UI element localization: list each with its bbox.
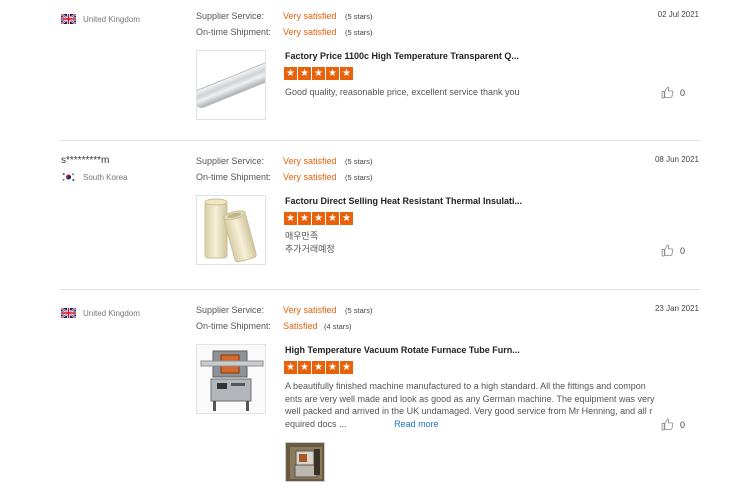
supplier-service-stars: (5 stars) xyxy=(345,12,373,21)
star-icon: ★ xyxy=(340,67,353,80)
south-korea-flag-icon xyxy=(61,172,76,182)
review-comment: A beautifully finished machine manufactu… xyxy=(285,380,665,430)
country-name: United Kingdom xyxy=(83,308,140,318)
like-count: 0 xyxy=(680,87,686,98)
star-icon: ★ xyxy=(312,212,325,225)
supplier-service-value: Very satisfied xyxy=(283,305,337,315)
reviewer-name: s*********m xyxy=(61,155,110,166)
reviewer-country: South Korea xyxy=(61,172,127,182)
rating-stars: ★ ★ ★ ★ ★ xyxy=(284,212,353,225)
product-thumbnail[interactable] xyxy=(196,344,266,414)
product-title-link[interactable]: Factory Price 1100c High Temperature Tra… xyxy=(285,51,519,61)
star-icon: ★ xyxy=(284,361,297,374)
like-count: 0 xyxy=(680,245,686,256)
thumbs-up-icon xyxy=(661,86,674,99)
thumbs-up-icon xyxy=(661,418,674,431)
product-thumbnail[interactable] xyxy=(196,50,266,120)
reviewer-country: United Kingdom xyxy=(61,308,140,318)
like-button[interactable]: 0 xyxy=(661,244,685,257)
review-comment: 매우만족 추가거래예정 xyxy=(285,231,335,256)
comment-line-end: equired docs ... xyxy=(285,418,347,429)
shipment-value: Very satisfied xyxy=(283,172,337,182)
review-photo-image xyxy=(286,443,324,481)
star-icon: ★ xyxy=(326,212,339,225)
review-photo-attachment[interactable] xyxy=(285,442,325,482)
rotary-furnace-image xyxy=(197,345,265,413)
review-divider xyxy=(60,140,700,141)
star-icon: ★ xyxy=(312,67,325,80)
star-icon: ★ xyxy=(284,212,297,225)
country-name: United Kingdom xyxy=(83,14,140,24)
supplier-service-stars: (5 stars) xyxy=(345,306,373,315)
read-more-link[interactable]: Read more xyxy=(394,419,439,429)
supplier-service-value: Very satisfied xyxy=(283,11,337,21)
shipment-value: Very satisfied xyxy=(283,27,337,37)
supplier-service-stars: (5 stars) xyxy=(345,157,373,166)
like-button[interactable]: 0 xyxy=(661,418,685,431)
quartz-tube-image xyxy=(197,62,265,109)
reviewer-country: United Kingdom xyxy=(61,14,140,24)
comment-line: 추가거래예정 xyxy=(285,244,335,255)
comment-line: well packed and arrived in the UK undama… xyxy=(285,406,653,416)
rating-stars: ★ ★ ★ ★ ★ xyxy=(284,361,353,374)
product-thumbnail[interactable] xyxy=(196,195,266,265)
country-name: South Korea xyxy=(83,172,128,182)
product-title-link[interactable]: High Temperature Vacuum Rotate Furnace T… xyxy=(285,345,520,355)
uk-flag-icon xyxy=(61,308,76,318)
shipment-stars: (5 stars) xyxy=(345,28,373,37)
shipment-label: On-time Shipment: xyxy=(196,27,272,37)
star-icon: ★ xyxy=(298,361,311,374)
like-count: 0 xyxy=(680,419,686,430)
rating-stars: ★ ★ ★ ★ ★ xyxy=(284,67,353,80)
shipment-stars: (4 stars) xyxy=(324,322,352,331)
comment-line: A beautifully finished machine manufactu… xyxy=(285,381,646,391)
supplier-service-label: Supplier Service: xyxy=(196,305,265,315)
star-icon: ★ xyxy=(326,361,339,374)
supplier-service-label: Supplier Service: xyxy=(196,11,265,21)
star-icon: ★ xyxy=(298,212,311,225)
star-icon: ★ xyxy=(298,67,311,80)
comment-line: equired docs ... Read more xyxy=(285,418,665,431)
supplier-service-value: Very satisfied xyxy=(283,156,337,166)
supplier-service-label: Supplier Service: xyxy=(196,156,265,166)
star-icon: ★ xyxy=(284,67,297,80)
uk-flag-icon xyxy=(61,14,76,24)
shipment-label: On-time Shipment: xyxy=(196,172,272,182)
review-date: 23 Jan 2021 xyxy=(654,304,699,313)
shipment-label: On-time Shipment: xyxy=(196,321,272,331)
ceramic-tube-image xyxy=(204,198,257,263)
star-icon: ★ xyxy=(326,67,339,80)
comment-line: ents are very well made and look as good… xyxy=(285,393,655,404)
review-date: 02 Jul 2021 xyxy=(657,10,699,19)
thumbs-up-icon xyxy=(661,244,674,257)
like-button[interactable]: 0 xyxy=(661,86,685,99)
comment-line: 매우만족 xyxy=(285,232,319,242)
review-comment: Good quality, reasonable price, excellen… xyxy=(285,87,520,97)
review-date: 08 Jun 2021 xyxy=(654,155,699,164)
star-icon: ★ xyxy=(312,361,325,374)
shipment-stars: (5 stars) xyxy=(345,173,373,182)
star-icon: ★ xyxy=(340,361,353,374)
review-divider xyxy=(60,289,700,290)
star-icon: ★ xyxy=(340,212,353,225)
shipment-value: Satisfied xyxy=(283,321,318,331)
product-title-link[interactable]: Factoru Direct Selling Heat Resistant Th… xyxy=(285,196,522,206)
